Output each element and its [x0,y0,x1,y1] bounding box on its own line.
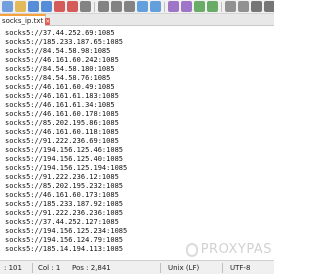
tab-bar: socks_ip.txt × [0,14,274,26]
text-line: socks5://46.161.61.34:1085 [5,101,115,109]
open-file-icon[interactable] [15,1,26,12]
tab-socks-ip[interactable]: socks_ip.txt × [0,14,51,26]
save-all-icon[interactable] [41,1,52,12]
status-divider [32,263,33,273]
text-line: socks5://84.54.58.98:1085 [5,47,111,55]
text-line: socks5://185.14.194.113:1085 [5,245,124,253]
text-line: socks5://185.233.187.65:1085 [5,38,124,46]
text-line: socks5://37.44.252.127:1085 [5,218,119,226]
toolbar-separator [164,1,165,12]
text-line: socks5://185.233.187.92:1085 [5,200,124,208]
text-line: socks5://194.156.125.194:1085 [5,164,128,172]
close-icon[interactable]: × [45,17,51,25]
status-lines: : 101 [4,264,22,272]
close-all-icon[interactable] [67,1,78,12]
wrap-icon[interactable] [238,1,249,12]
toolbar-separator [94,1,95,12]
text-line: socks5://85.202.195.86:1085 [5,119,119,127]
text-line: socks5://46.161.60.173:1085 [5,191,119,199]
text-line: socks5://91.222.236.12:1085 [5,173,119,181]
replace-icon[interactable] [181,1,192,12]
text-line: socks5://91.222.236.69:1085 [5,137,119,145]
zoom-in-icon[interactable] [194,1,205,12]
toolbar-separator [221,1,222,12]
text-line: socks5://46.161.61.183:1085 [5,92,119,100]
text-line: socks5://194.156.125.46:1085 [5,146,124,154]
text-line: socks5://46.161.60.242:1085 [5,56,119,64]
text-line: socks5://91.222.236.236:1085 [5,209,124,217]
status-pos: Pos : 2,841 [72,264,111,272]
print-icon[interactable] [80,1,91,12]
cut-icon[interactable] [98,1,109,12]
text-line: socks5://46.161.60.118:1085 [5,128,119,136]
text-line: socks5://194.156.125.234:1085 [5,227,128,235]
text-line: socks5://84.54.58.76:1085 [5,74,111,82]
watermark: PROXYPAS [185,242,272,257]
save-icon[interactable] [28,1,39,12]
redo-icon[interactable] [150,1,161,12]
text-line: socks5://46.161.60.49:1085 [5,83,115,91]
sync-icon[interactable] [225,1,236,12]
copy-icon[interactable] [111,1,122,12]
tab-label: socks_ip.txt [2,17,44,25]
shield-icon [185,242,198,257]
text-editor[interactable]: socks5://37.44.252.69:1085 socks5://185.2… [0,27,274,260]
zoom-out-icon[interactable] [207,1,218,12]
text-line: socks5://46.161.60.178:1085 [5,110,119,118]
text-line: socks5://85.202.195.232:1085 [5,182,124,190]
text-line: socks5://194.156.124.79:1085 [5,236,124,244]
close-icon[interactable] [54,1,65,12]
status-encoding: UTF-8 [230,264,251,272]
find-icon[interactable] [168,1,179,12]
status-divider [222,263,223,273]
undo-icon[interactable] [137,1,148,12]
toolbar [0,0,274,14]
text-line: socks5://194.156.125.40:1085 [5,155,124,163]
text-line: socks5://84.54.58.180:1085 [5,65,115,73]
status-bar: : 101 Col : 1 Pos : 2,841 Unix (LF) UTF-… [0,260,274,274]
indent-guide-icon[interactable] [264,1,274,12]
paste-icon[interactable] [124,1,135,12]
status-eol: Unix (LF) [168,264,200,272]
new-file-icon[interactable] [2,1,13,12]
watermark-text: PROXYPAS [200,242,272,257]
status-divider [160,263,161,273]
all-chars-icon[interactable] [251,1,262,12]
status-col: Col : 1 [38,264,61,272]
text-line: socks5://37.44.252.69:1085 [5,29,115,37]
